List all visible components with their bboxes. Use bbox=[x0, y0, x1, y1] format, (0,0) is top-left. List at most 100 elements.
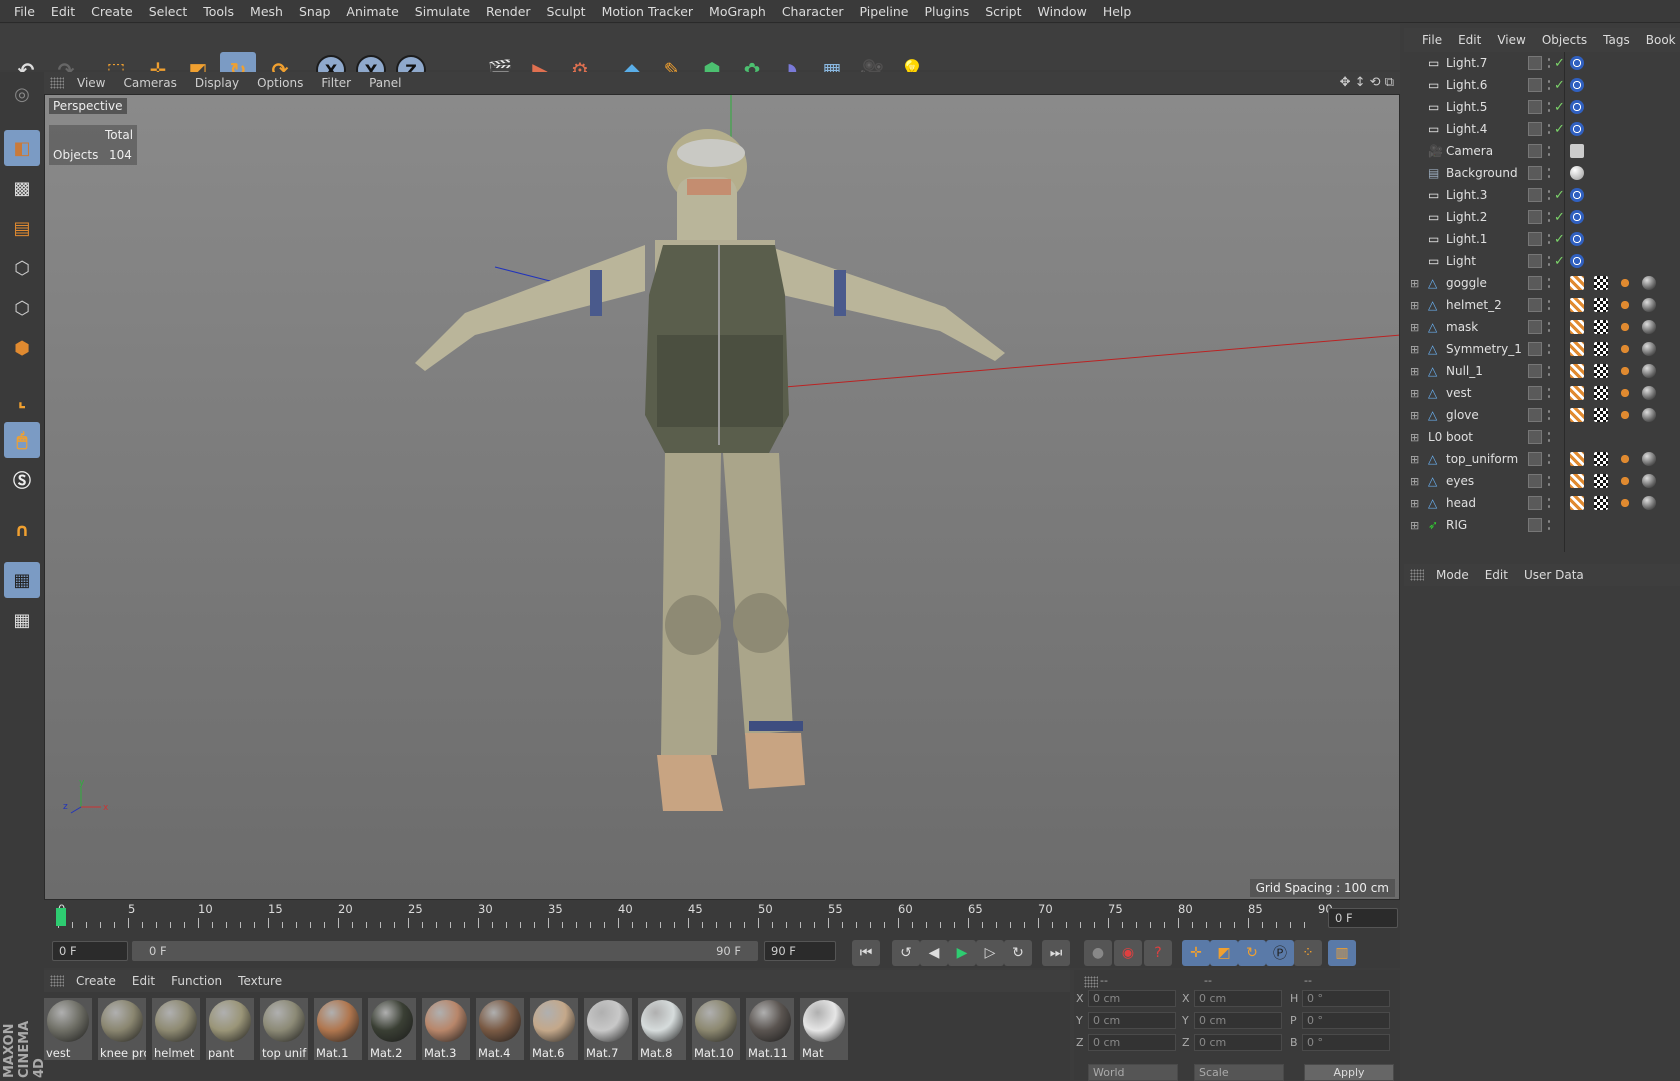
object-row[interactable]: ▭ Light ✓ bbox=[1404, 250, 1680, 272]
layer-icon[interactable] bbox=[1528, 430, 1542, 444]
timeline-ruler[interactable]: 051015202530354045505560657075808590 0 F bbox=[44, 900, 1400, 934]
visibility-dots-icon[interactable] bbox=[1546, 144, 1552, 158]
menu-tools[interactable]: Tools bbox=[195, 4, 242, 19]
viewport-menu-cameras[interactable]: Cameras bbox=[114, 76, 185, 90]
object-name[interactable]: boot bbox=[1446, 430, 1473, 444]
uv2-tag-icon[interactable] bbox=[1594, 342, 1608, 356]
preview-range-slider[interactable]: 0 F 90 F bbox=[132, 941, 758, 961]
material-swatch[interactable]: Mat.2 bbox=[368, 998, 416, 1060]
coord-field[interactable]: 0 ° bbox=[1302, 1012, 1390, 1029]
max-time-field[interactable]: 90 F bbox=[764, 941, 836, 961]
uv2-tag-icon[interactable] bbox=[1594, 320, 1608, 334]
layer-icon[interactable] bbox=[1528, 188, 1542, 202]
viewport-maximize-icon[interactable]: ⧉ bbox=[1385, 75, 1394, 90]
visibility-dots-icon[interactable] bbox=[1546, 188, 1552, 202]
next-frame-icon[interactable]: ▷ bbox=[976, 940, 1004, 966]
expand-icon[interactable]: ⊞ bbox=[1410, 343, 1419, 356]
tweak-mode-icon[interactable]: 🖱 bbox=[4, 422, 40, 458]
object-menu-view[interactable]: View bbox=[1489, 33, 1533, 47]
material-swatch[interactable]: Mat.4 bbox=[476, 998, 524, 1060]
object-menu-tags[interactable]: Tags bbox=[1595, 33, 1638, 47]
object-row[interactable]: ⊞ △ eyes bbox=[1404, 470, 1680, 492]
object-name[interactable]: Light.6 bbox=[1446, 78, 1487, 92]
weight-tag-icon[interactable] bbox=[1618, 320, 1632, 334]
coord-field[interactable]: 0 cm bbox=[1088, 990, 1176, 1007]
object-row[interactable]: ⊞ △ helmet_2 bbox=[1404, 294, 1680, 316]
object-row[interactable]: ⊞ △ mask bbox=[1404, 316, 1680, 338]
uv2-tag-icon[interactable] bbox=[1594, 298, 1608, 312]
object-row[interactable]: ▭ Light.4 ✓ bbox=[1404, 118, 1680, 140]
visibility-dots-icon[interactable] bbox=[1546, 474, 1552, 488]
target-tag-icon[interactable] bbox=[1570, 188, 1584, 202]
weight-tag-icon[interactable] bbox=[1618, 452, 1632, 466]
go-to-start-icon[interactable]: ⏮ bbox=[852, 940, 880, 966]
target-tag-icon[interactable] bbox=[1570, 122, 1584, 136]
object-row[interactable]: ▭ Light.6 ✓ bbox=[1404, 74, 1680, 96]
object-name[interactable]: Light.2 bbox=[1446, 210, 1487, 224]
workplane-lock-icon[interactable]: ▦ bbox=[4, 562, 40, 598]
mat-tag-icon[interactable] bbox=[1642, 452, 1656, 466]
material-swatch[interactable]: helmet bbox=[152, 998, 200, 1060]
camera-label[interactable]: Perspective bbox=[49, 98, 127, 114]
viewport-menu-view[interactable]: View bbox=[68, 76, 114, 90]
viewport-menu-filter[interactable]: Filter bbox=[312, 76, 360, 90]
menu-file[interactable]: File bbox=[6, 4, 43, 19]
viewport-menu-options[interactable]: Options bbox=[248, 76, 312, 90]
make-editable-icon[interactable]: ◎ bbox=[4, 76, 40, 112]
uv2-tag-icon[interactable] bbox=[1594, 276, 1608, 290]
weight-tag-icon[interactable] bbox=[1618, 298, 1632, 312]
uv2-tag-icon[interactable] bbox=[1594, 364, 1608, 378]
layer-icon[interactable] bbox=[1528, 78, 1542, 92]
menu-sculpt[interactable]: Sculpt bbox=[539, 4, 594, 19]
uv-tag-icon[interactable] bbox=[1570, 474, 1584, 488]
menu-snap[interactable]: Snap bbox=[291, 4, 338, 19]
menu-pipeline[interactable]: Pipeline bbox=[852, 4, 917, 19]
layer-icon[interactable] bbox=[1528, 166, 1542, 180]
layer-icon[interactable] bbox=[1528, 122, 1542, 136]
material-swatch[interactable]: top unif bbox=[260, 998, 308, 1060]
object-name[interactable]: Symmetry_1 bbox=[1446, 342, 1522, 356]
material-swatch[interactable]: Mat.11 bbox=[746, 998, 794, 1060]
uv-tag-icon[interactable] bbox=[1570, 452, 1584, 466]
key-rotation-icon[interactable]: ↻ bbox=[1238, 940, 1266, 966]
keyframe-selection-icon[interactable]: ? bbox=[1144, 940, 1172, 966]
coord-field[interactable]: 0 ° bbox=[1302, 990, 1390, 1007]
layer-icon[interactable] bbox=[1528, 210, 1542, 224]
target-tag-icon[interactable] bbox=[1570, 254, 1584, 268]
object-name[interactable]: Camera bbox=[1446, 144, 1493, 158]
play-forward-icon[interactable]: ▶ bbox=[948, 940, 976, 966]
visibility-dots-icon[interactable] bbox=[1546, 56, 1552, 70]
previous-frame-icon[interactable]: ◀ bbox=[920, 940, 948, 966]
layer-icon[interactable] bbox=[1528, 386, 1542, 400]
expand-icon[interactable]: ⊞ bbox=[1410, 431, 1419, 444]
material-swatch[interactable]: pant bbox=[206, 998, 254, 1060]
timeline-window-icon[interactable]: ▥ bbox=[1328, 940, 1356, 966]
object-row[interactable]: ⊞ △ vest bbox=[1404, 382, 1680, 404]
mat-tag-icon[interactable] bbox=[1642, 474, 1656, 488]
key-scale-icon[interactable]: ◩ bbox=[1210, 940, 1238, 966]
expand-icon[interactable]: ⊞ bbox=[1410, 365, 1419, 378]
material-swatch[interactable]: Mat.10 bbox=[692, 998, 740, 1060]
key-parameter-icon[interactable]: Ⓟ bbox=[1266, 940, 1294, 966]
layer-icon[interactable] bbox=[1528, 452, 1542, 466]
object-name[interactable]: Null_1 bbox=[1446, 364, 1483, 378]
record-active-objects-icon[interactable]: ● bbox=[1084, 940, 1112, 966]
visibility-dots-icon[interactable] bbox=[1546, 276, 1552, 290]
layer-icon[interactable] bbox=[1528, 518, 1542, 532]
visibility-dots-icon[interactable] bbox=[1546, 386, 1552, 400]
uv-tag-icon[interactable] bbox=[1570, 364, 1584, 378]
object-row[interactable]: ⊞ △ head bbox=[1404, 492, 1680, 514]
visibility-dots-icon[interactable] bbox=[1546, 100, 1552, 114]
visibility-dots-icon[interactable] bbox=[1546, 364, 1552, 378]
mat-tag-icon[interactable] bbox=[1642, 364, 1656, 378]
visibility-dots-icon[interactable] bbox=[1546, 408, 1552, 422]
panel-grip-icon[interactable] bbox=[1410, 569, 1424, 581]
model-mode-icon[interactable]: ◧ bbox=[4, 130, 40, 166]
mat-tag-icon[interactable] bbox=[1642, 320, 1656, 334]
layer-icon[interactable] bbox=[1528, 276, 1542, 290]
target-tag-icon[interactable] bbox=[1570, 210, 1584, 224]
menu-plugins[interactable]: Plugins bbox=[916, 4, 977, 19]
visibility-dots-icon[interactable] bbox=[1546, 430, 1552, 444]
object-row[interactable]: ⊞ L0 boot bbox=[1404, 426, 1680, 448]
object-name[interactable]: Light.5 bbox=[1446, 100, 1487, 114]
